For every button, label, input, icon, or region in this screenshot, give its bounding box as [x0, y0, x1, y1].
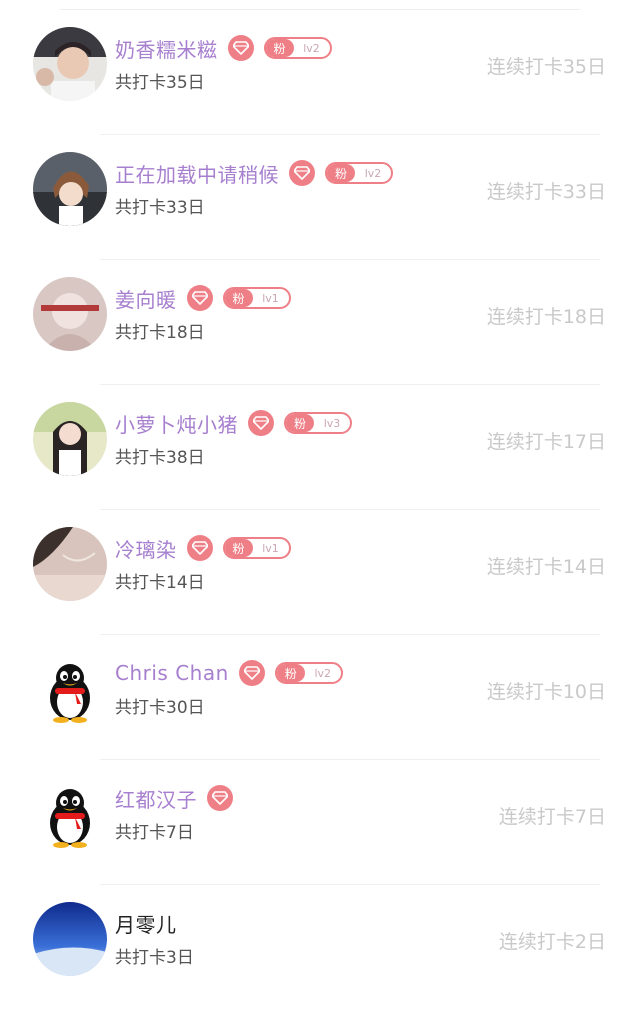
avatar[interactable]: [33, 777, 107, 851]
streak-checkins: 连续打卡7日: [498, 806, 606, 828]
fan-level-badge: 粉 lv2: [274, 662, 343, 684]
user-name[interactable]: 冷璃染: [115, 534, 177, 563]
streak-checkins: 连续打卡14日: [486, 556, 606, 578]
list-item[interactable]: 月零儿 共打卡3日 连续打卡2日: [0, 885, 640, 1010]
list-item[interactable]: Chris Chan 粉 lv2 共打卡30日 连续打卡10日: [0, 635, 640, 760]
avatar[interactable]: [33, 902, 107, 976]
list-item[interactable]: 红都汉子 共打卡7日 连续打卡7日: [0, 760, 640, 885]
diamond-icon: [186, 535, 213, 561]
user-name[interactable]: 正在加载中请稍候: [115, 159, 279, 188]
user-name[interactable]: 红都汉子: [115, 784, 197, 813]
total-checkins: 共打卡14日: [115, 573, 205, 593]
total-checkins: 共打卡38日: [115, 448, 205, 468]
avatar[interactable]: [33, 402, 107, 476]
level-label: lv2: [303, 41, 320, 55]
list-item[interactable]: 正在加载中请稍候 粉 lv2 共打卡33日 连续打卡33日: [0, 135, 640, 260]
total-checkins: 共打卡3日: [115, 948, 194, 968]
list-item[interactable]: 冷璃染 粉 lv1 共打卡14日 连续打卡14日: [0, 510, 640, 635]
diamond-icon: [227, 35, 254, 61]
diamond-icon: [207, 785, 233, 811]
fan-label: 粉: [265, 39, 294, 57]
streak-checkins: 连续打卡2日: [498, 931, 606, 953]
total-checkins: 共打卡35日: [115, 73, 205, 93]
user-name[interactable]: 奶香糯米糍: [115, 34, 218, 63]
level-label: lv2: [364, 166, 382, 180]
avatar[interactable]: [33, 277, 107, 351]
avatar[interactable]: [33, 27, 107, 101]
list-item[interactable]: 奶香糯米糍 粉 lv2 共打卡35日 连续打卡35日: [0, 10, 640, 135]
fan-level-badge: 粉 lv2: [325, 162, 393, 184]
level-label: lv3: [323, 416, 341, 430]
level-label: lv2: [314, 666, 332, 680]
fan-label: 粉: [276, 664, 305, 682]
user-name[interactable]: 小萝卜炖小猪: [115, 409, 238, 438]
total-checkins: 共打卡30日: [115, 698, 205, 718]
streak-checkins: 连续打卡10日: [486, 681, 606, 703]
fan-label: 粉: [327, 164, 355, 182]
fan-level-badge: 粉 lv3: [284, 412, 352, 434]
total-checkins: 共打卡18日: [115, 323, 205, 343]
fan-label: 粉: [224, 289, 253, 307]
diamond-icon: [186, 285, 213, 311]
user-name[interactable]: 姜向暖: [115, 284, 177, 313]
fan-label: 粉: [286, 414, 314, 432]
list-item[interactable]: 姜向暖 粉 lv1 共打卡18日 连续打卡18日: [0, 260, 640, 385]
list-item[interactable]: 小萝卜炖小猪 粉 lv3 共打卡38日 连续打卡17日: [0, 385, 640, 510]
streak-checkins: 连续打卡17日: [486, 431, 606, 453]
level-label: lv1: [262, 541, 279, 555]
checkin-ranking-list: 奶香糯米糍 粉 lv2 共打卡35日 连续打卡35日 正在加载中请稍候 粉 lv2 …: [0, 0, 640, 977]
diamond-icon: [289, 160, 315, 186]
avatar[interactable]: [33, 527, 107, 601]
level-label: lv1: [262, 291, 279, 305]
fan-level-badge: 粉 lv1: [222, 287, 291, 309]
total-checkins: 共打卡7日: [115, 823, 194, 843]
user-name[interactable]: Chris Chan: [115, 661, 229, 685]
fan-label: 粉: [224, 539, 253, 557]
user-name[interactable]: 月零儿: [115, 909, 177, 938]
total-checkins: 共打卡33日: [115, 198, 205, 218]
diamond-icon: [248, 410, 274, 436]
streak-checkins: 连续打卡18日: [486, 306, 606, 328]
streak-checkins: 连续打卡33日: [486, 181, 606, 203]
fan-level-badge: 粉 lv1: [222, 537, 291, 559]
streak-checkins: 连续打卡35日: [486, 56, 606, 78]
avatar[interactable]: [33, 152, 107, 226]
diamond-icon: [238, 660, 265, 686]
avatar[interactable]: [33, 652, 107, 726]
fan-level-badge: 粉 lv2: [263, 37, 332, 59]
